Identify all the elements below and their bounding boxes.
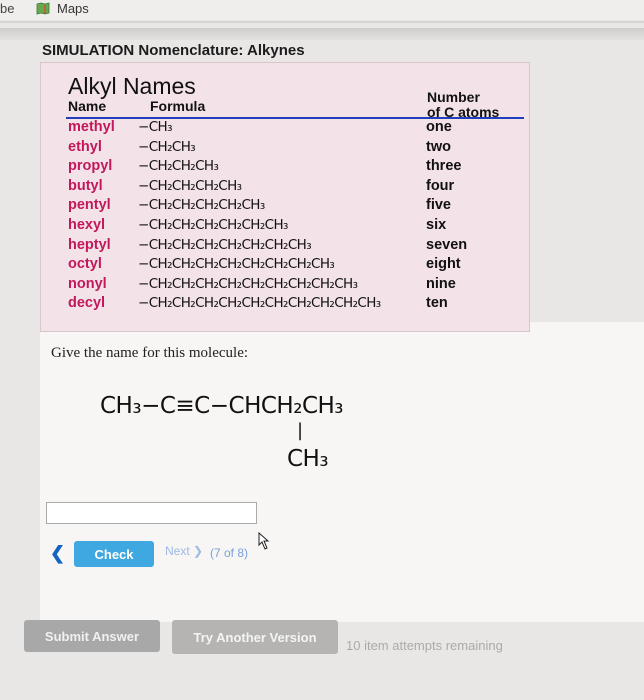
page-title: SIMULATION Nomenclature: Alkynes (42, 42, 305, 59)
table-row: decyl −CH₂CH₂CH₂CH₂CH₂CH₂CH₂CH₂CH₂CH₃ ten (0, 295, 644, 314)
table-row: butyl −CH₂CH₂CH₂CH₃ four (0, 178, 644, 197)
alkyl-name: propyl (68, 158, 113, 175)
browser-bookmarks-bar: be Maps (0, 0, 644, 20)
question-panel (40, 322, 644, 622)
table-row: propyl −CH₂CH₂CH₃ three (0, 158, 644, 177)
check-button[interactable]: Check (74, 541, 154, 567)
question-prompt: Give the name for this molecule: (51, 345, 249, 361)
divider (0, 28, 644, 40)
column-header-formula: Formula (150, 98, 206, 114)
submit-answer-button[interactable]: Submit Answer (24, 620, 160, 652)
alkyl-formula: −CH₂CH₂CH₂CH₂CH₂CH₃ (138, 217, 288, 233)
back-arrow[interactable]: ❮ (50, 543, 65, 564)
table-row: heptyl −CH₂CH₂CH₂CH₂CH₂CH₂CH₃ seven (0, 237, 644, 256)
alkyl-formula: −CH₂CH₃ (138, 138, 196, 155)
alkyl-formula: −CH₂CH₂CH₂CH₂CH₂CH₂CH₃ (138, 236, 312, 253)
alkyl-name: nonyl (68, 275, 107, 292)
mouse-cursor-icon (258, 532, 270, 550)
carbon-count: two (426, 138, 451, 155)
molecule-branch-bond: | (297, 420, 303, 441)
table-title: Alkyl Names (68, 73, 196, 99)
alkyl-name: heptyl (68, 236, 111, 253)
column-header-name: Name (68, 98, 107, 114)
bookmark-fragment[interactable]: be (0, 1, 14, 16)
column-header-number-line1: Number (427, 89, 480, 105)
alkyl-formula: −CH₂CH₂CH₂CH₂CH₂CH₂CH₂CH₂CH₃ (138, 275, 358, 292)
page-indicator: (7 of 8) (210, 546, 249, 560)
carbon-count: nine (426, 275, 456, 292)
attempts-remaining: 10 item attempts remaining (346, 638, 503, 653)
alkyl-name: butyl (68, 177, 103, 194)
carbon-count: eight (426, 256, 461, 273)
next-button[interactable]: Next ❯ (165, 544, 203, 558)
carbon-count: six (426, 217, 447, 233)
table-row: ethyl −CH₂CH₃ two (0, 139, 644, 158)
alkyl-formula: −CH₂CH₂CH₂CH₂CH₃ (138, 197, 265, 214)
alkyl-name: octyl (68, 256, 102, 273)
carbon-count: seven (426, 236, 468, 253)
alkyl-formula: −CH₃ (138, 119, 173, 135)
bookmark-maps[interactable]: Maps (57, 1, 89, 16)
table-row: methyl −CH₃ one (0, 119, 644, 138)
table-row: pentyl −CH₂CH₂CH₂CH₂CH₃ five (0, 197, 644, 216)
alkyl-formula: −CH₂CH₂CH₃ (138, 158, 219, 175)
table-row: octyl −CH₂CH₂CH₂CH₂CH₂CH₂CH₂CH₃ eight (0, 256, 644, 275)
divider (0, 21, 644, 23)
alkyl-formula: −CH₂CH₂CH₂CH₂CH₂CH₂CH₂CH₃ (138, 256, 335, 273)
alkyl-name: hexyl (68, 217, 106, 233)
answer-input[interactable] (46, 502, 257, 524)
alkyl-name: ethyl (68, 138, 102, 155)
table-row: nonyl −CH₂CH₂CH₂CH₂CH₂CH₂CH₂CH₂CH₃ nine (0, 276, 644, 295)
carbon-count: five (426, 197, 451, 214)
maps-icon[interactable] (36, 2, 50, 15)
alkyl-name: decyl (68, 295, 106, 312)
alkyl-formula: −CH₂CH₂CH₂CH₃ (138, 177, 242, 194)
column-header-number: Number of C atoms (427, 90, 499, 120)
alkyl-formula: −CH₂CH₂CH₂CH₂CH₂CH₂CH₂CH₂CH₂CH₃ (138, 295, 381, 312)
alkyl-name: methyl (68, 119, 115, 135)
table-row: hexyl −CH₂CH₂CH₂CH₂CH₂CH₃ six (0, 217, 644, 236)
try-another-version-button[interactable]: Try Another Version (172, 620, 338, 654)
molecule-main-chain: CH₃−C≡C−CHCH₂CH₃ (100, 393, 344, 419)
carbon-count: ten (426, 295, 448, 312)
carbon-count: three (426, 158, 462, 175)
carbon-count: one (426, 119, 452, 135)
carbon-count: four (426, 177, 455, 194)
alkyl-name: pentyl (68, 197, 111, 214)
molecule-branch: CH₃ (287, 446, 329, 472)
